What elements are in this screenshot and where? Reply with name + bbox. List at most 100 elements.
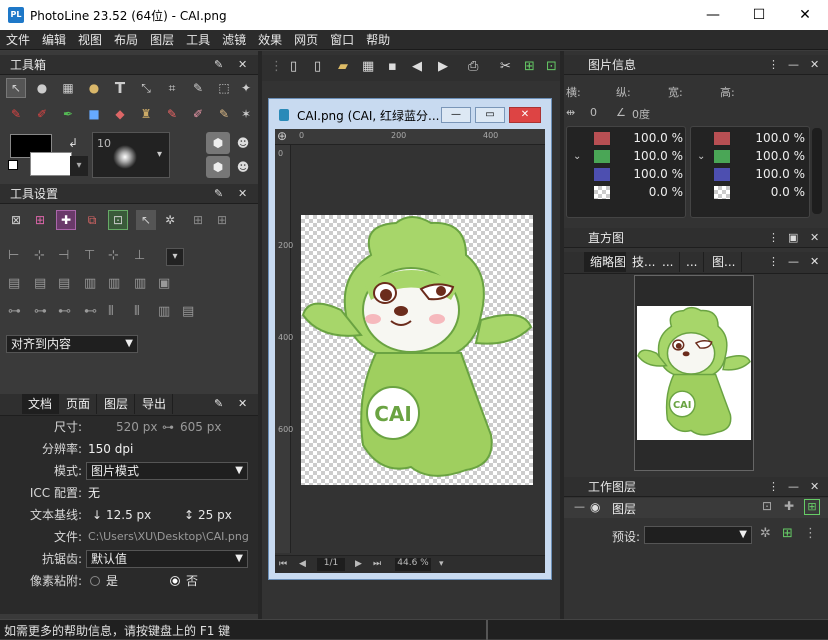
cat-face-icon[interactable]: ☻	[232, 132, 254, 154]
close-icon[interactable]: ✕	[810, 255, 819, 268]
collapse-icon[interactable]: —	[574, 500, 585, 513]
layer-grid-icon[interactable]: ⊞	[804, 499, 820, 515]
calendar-icon[interactable]: ▦	[362, 59, 374, 74]
space-7-icon[interactable]: ▥	[158, 304, 170, 319]
ellipse-tool-icon[interactable]: ●	[32, 78, 52, 98]
thumbnail-image[interactable]: CAI	[637, 306, 751, 440]
antialias-dropdown[interactable]: 默认值 ▼	[86, 550, 248, 568]
align-left-icon[interactable]: ⊢	[8, 248, 19, 263]
menu-view[interactable]: 视图	[72, 30, 108, 50]
tab-document[interactable]: 文档	[22, 394, 60, 414]
menu-layer[interactable]: 图层	[144, 30, 180, 50]
snap-no-radio[interactable]	[170, 576, 180, 586]
menu-effects[interactable]: 效果	[252, 30, 288, 50]
doc-maximize-button[interactable]: ▭	[475, 107, 505, 123]
brush-preview[interactable]: 10 ▾	[92, 132, 170, 178]
menu-window[interactable]: 窗口	[324, 30, 360, 50]
tab-export[interactable]: 导出	[136, 394, 174, 414]
baseline-b-value[interactable]: 25 px	[198, 504, 232, 526]
align-vcenter-icon[interactable]: ⊹	[108, 248, 119, 263]
space-4-icon[interactable]: ⊷	[84, 304, 97, 319]
mask-cat-2-icon[interactable]: ⬢	[206, 156, 230, 178]
align-top-icon[interactable]: ⊤	[84, 248, 95, 263]
page-indicator[interactable]: 1/1	[317, 558, 345, 571]
space-1-icon[interactable]: ⊶	[8, 304, 21, 319]
menu-dots-icon[interactable]: ⋮	[768, 55, 779, 75]
close-icon[interactable]: ✕	[238, 55, 247, 75]
resolution-value[interactable]: 150 dpi	[88, 438, 133, 460]
dist-2-icon[interactable]: ▤	[34, 276, 46, 291]
close-icon[interactable]: ✕	[810, 477, 819, 497]
pen-tool-icon[interactable]: ✎	[188, 78, 208, 98]
heal-tool-icon[interactable]: ✐	[188, 104, 208, 124]
next-page-icon[interactable]: ▶	[355, 559, 362, 569]
dist-3-icon[interactable]: ▤	[58, 276, 70, 291]
pin-icon[interactable]: ✎	[214, 184, 223, 204]
new-page-icon[interactable]: ▯	[314, 59, 321, 74]
pencil-tool-icon[interactable]: ✎	[6, 104, 26, 124]
doc-close-button[interactable]: ✕	[509, 107, 541, 123]
transform-icon[interactable]: ⊠	[6, 210, 26, 230]
close-icon[interactable]: ✕	[238, 397, 247, 410]
color-menu-icon[interactable]: ▾	[70, 156, 88, 176]
reset-colors-icon[interactable]	[8, 160, 18, 170]
menu-web[interactable]: 网页	[288, 30, 324, 50]
minimize-panel-icon[interactable]: —	[788, 477, 799, 497]
prev-page-icon[interactable]: ◀	[299, 559, 306, 569]
gradient-tool-icon[interactable]: ■	[84, 104, 104, 124]
align-to-dropdown[interactable]: 对齐到内容 ▼	[6, 335, 138, 353]
magic-wand-icon[interactable]: ✦	[236, 78, 256, 98]
preset-dropdown[interactable]: ▼	[644, 526, 752, 544]
pointer-tool-icon[interactable]: ↖	[6, 78, 26, 98]
restore-panel-icon[interactable]: ▣	[788, 228, 798, 248]
align-menu-chevron-icon[interactable]: ▾	[166, 248, 184, 266]
text-tool-icon[interactable]: T	[110, 78, 130, 98]
align-hcenter-icon[interactable]: ⊹	[34, 248, 45, 263]
swap-colors-icon[interactable]: ↲	[68, 136, 78, 150]
layer-mask-icon[interactable]: ⊡	[762, 499, 772, 513]
snap-yes-radio[interactable]	[90, 576, 100, 586]
tab-4[interactable]: ...	[680, 252, 705, 272]
path-tool-icon[interactable]: ⤡	[136, 78, 156, 98]
cut-icon[interactable]: ✂	[500, 59, 511, 74]
space-6-icon[interactable]: ⦀	[134, 304, 140, 319]
menu-filter[interactable]: 滤镜	[216, 30, 252, 50]
align-bottom-icon[interactable]: ⊥	[134, 248, 145, 263]
brush-tool-icon[interactable]: ▦	[58, 78, 78, 98]
menu-dots-icon[interactable]: ⋮	[768, 255, 779, 268]
cat-face-2-icon[interactable]: ☻	[232, 156, 254, 178]
dodge-tool-icon[interactable]: ✎	[214, 104, 234, 124]
info-scrollbar[interactable]	[812, 128, 822, 214]
eye-icon[interactable]: ◉	[590, 500, 600, 514]
add-grid-icon[interactable]: ⊞	[212, 210, 232, 230]
tab-3[interactable]: ...	[656, 252, 681, 272]
minimize-panel-icon[interactable]: —	[788, 55, 799, 75]
space-5-icon[interactable]: ⦀	[108, 304, 114, 319]
dist-7-icon[interactable]: ▣	[158, 276, 170, 291]
sparkle-tool-icon[interactable]: ✶	[236, 104, 256, 124]
background-color-swatch[interactable]	[30, 152, 72, 176]
ruler-origin-icon[interactable]: ⊕	[277, 129, 287, 143]
zoom-value[interactable]: 44.6 %	[395, 558, 431, 571]
menu-layout[interactable]: 布局	[108, 30, 144, 50]
menu-dots-icon[interactable]: ⋮	[804, 526, 817, 541]
menu-tools[interactable]: 工具	[180, 30, 216, 50]
layer-move-icon[interactable]: ⧉	[82, 210, 102, 230]
dist-1-icon[interactable]: ▤	[8, 276, 20, 291]
red-brush-icon[interactable]: ✎	[162, 104, 182, 124]
fill-tool-icon[interactable]: ●	[84, 78, 104, 98]
mask-cat-icon[interactable]: ⬢	[206, 132, 230, 154]
doc-minimize-button[interactable]: —	[441, 107, 471, 123]
crop-tool-icon[interactable]: ⌗	[162, 78, 182, 98]
marquee-tool-icon[interactable]: ⬚	[214, 78, 234, 98]
bucket-tool-icon[interactable]: ◆	[110, 104, 130, 124]
tab-page[interactable]: 页面	[60, 394, 98, 414]
first-page-icon[interactable]: ⏮	[279, 559, 287, 569]
space-3-icon[interactable]: ⊷	[58, 304, 71, 319]
menu-help[interactable]: 帮助	[360, 30, 396, 50]
stamp-tool-icon[interactable]: ♜	[136, 104, 156, 124]
gear-icon[interactable]: ✲	[160, 210, 180, 230]
pin-icon[interactable]: ✎	[214, 397, 223, 410]
save-icon[interactable]: ▪	[388, 59, 397, 74]
minimize-button[interactable]: —	[690, 0, 736, 30]
